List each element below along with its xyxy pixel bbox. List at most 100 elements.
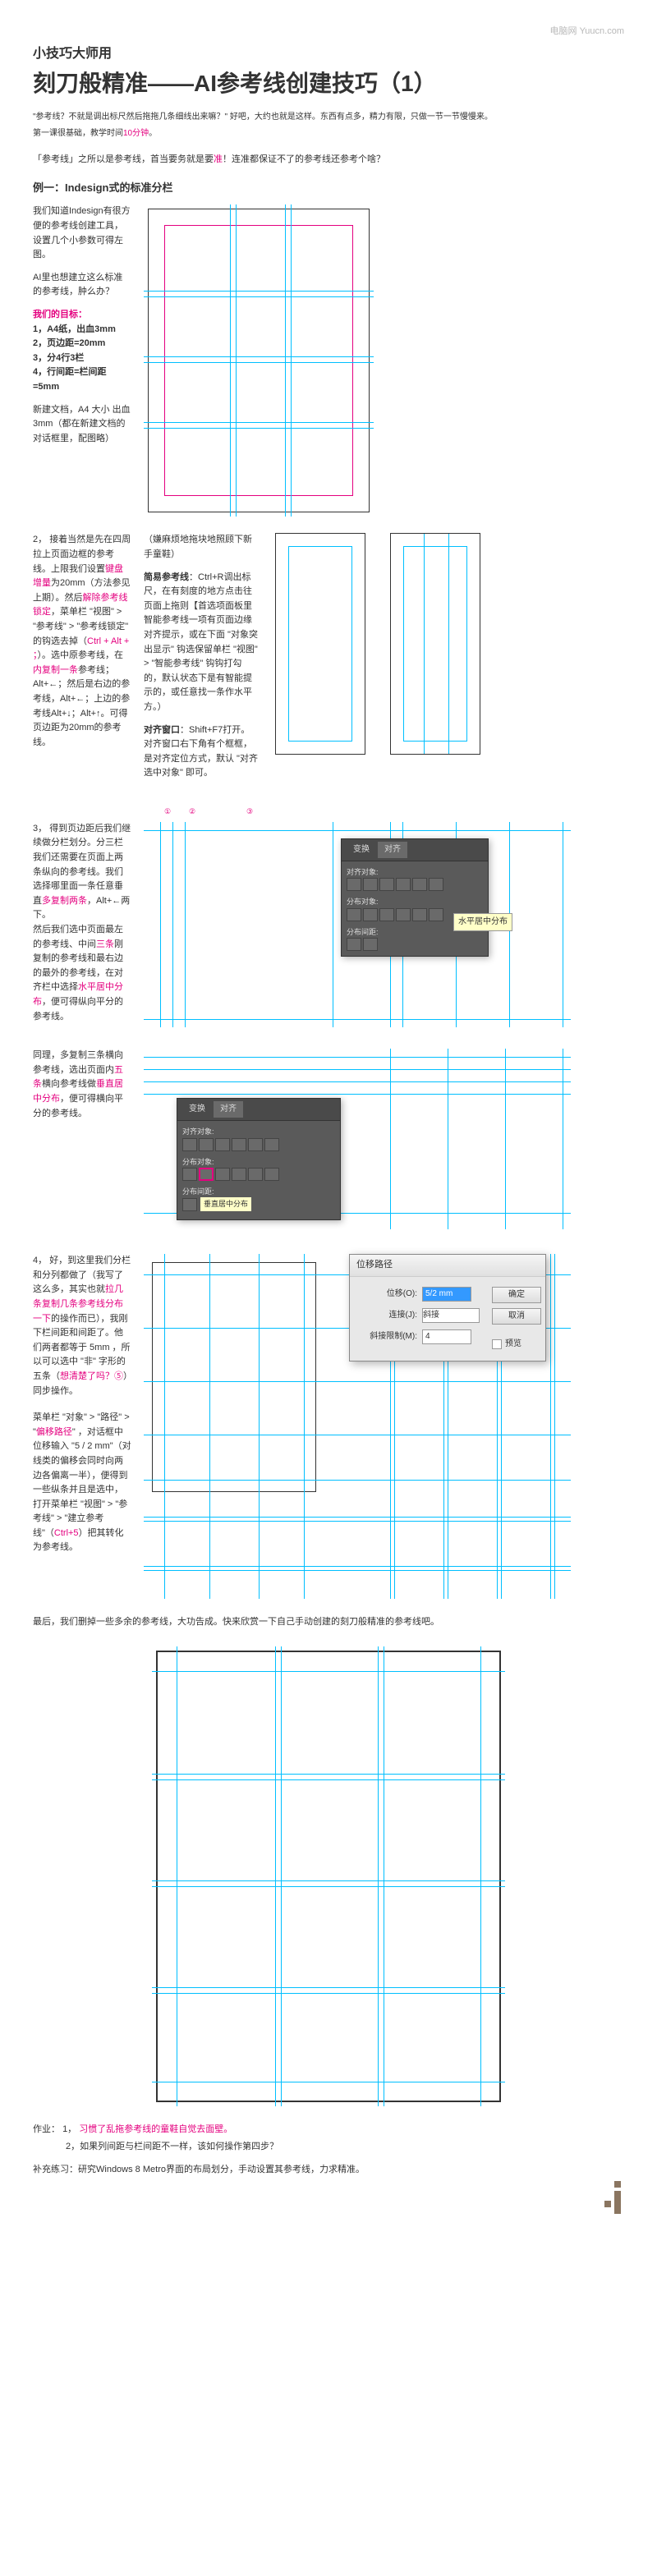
- offset-label: 位移(O):: [360, 1288, 417, 1301]
- dist-icon[interactable]: [182, 1168, 197, 1181]
- dist-left-icon[interactable]: [396, 908, 411, 921]
- p3c: 同理，多复制三条横向参考线，选出页面内五条横向参考线做垂直居中分布，便可得横向平…: [33, 1049, 131, 1121]
- distribute-spacing-label-2: 分布间距:: [182, 1186, 335, 1197]
- p2-mid-title: （嫌麻烦地拖块地照顾下新手童鞋）: [144, 533, 259, 562]
- step3-num: 3，: [33, 824, 47, 833]
- preview-checkbox[interactable]: [492, 1339, 502, 1349]
- join-select[interactable]: 斜接: [422, 1308, 480, 1323]
- p2-mid-1: 简易参考线：Ctrl+R调出标尺，在有刻度的地方点击往页面上拖则【首选项面板里智…: [144, 571, 259, 715]
- preface: 「参考线」之所以是参考线，首当要务就是要准！连准都保证不了的参考线还参考个啥？: [33, 153, 624, 168]
- preface-2: ！连准都保证不了的参考线还参考个啥？: [223, 154, 385, 164]
- dist-hcenter-icon[interactable]: [412, 908, 427, 921]
- dist-hspace-icon[interactable]: [363, 938, 378, 951]
- dist-vspace-icon[interactable]: [347, 938, 361, 951]
- dist-icon[interactable]: [232, 1168, 246, 1181]
- goals-title: 我们的目标：: [33, 308, 131, 323]
- step2-num: 2，: [33, 535, 47, 544]
- p2-mid-2: 对齐窗口：Shift+F7打开。对齐窗口右下角有个框框，是对齐定位方式，默认 "…: [144, 723, 259, 781]
- p4a: 好，到这里我们分栏和分列都做了（我写了这么多，其实也就拉几条复制几条参考线分布一…: [33, 1256, 131, 1395]
- align-icon[interactable]: [232, 1138, 246, 1151]
- align-icon[interactable]: [248, 1138, 263, 1151]
- step4-num: 4，: [33, 1256, 47, 1265]
- limit-label: 斜接限制(M):: [360, 1330, 417, 1343]
- diagram-indesign-sample: [144, 204, 374, 517]
- example-title: 例一：Indesign式的标准分栏: [33, 180, 624, 197]
- diagram-step3: 变换 对齐 对齐对象: 分布对象:: [144, 822, 571, 1027]
- anno-1: ①: [164, 806, 171, 817]
- align-left-icon[interactable]: [347, 878, 361, 891]
- p3b: 然后我们选中页面最左的参考线、中间三条刚复制的参考线和最右边的最外的参考线，在对…: [33, 923, 131, 1024]
- goals-list: 1，A4纸，出血3mm 2，页边距=20mm 3，分4行3栏 4，行间距=栏间距…: [33, 323, 131, 395]
- preview-label: 预览: [505, 1338, 521, 1351]
- align-icon[interactable]: [182, 1138, 197, 1151]
- dist-icon[interactable]: [264, 1168, 279, 1181]
- tab-transform-2[interactable]: 变换: [182, 1101, 212, 1118]
- limit-input[interactable]: 4: [422, 1329, 471, 1344]
- goal-item: 4，行间距=栏间距=5mm: [33, 365, 131, 394]
- diagram-step4: 位移路径 位移(O): 5/2 mm 连接(J): 斜接: [144, 1254, 571, 1599]
- hw2: 2，如果列间距与栏间距不一样，该如何操作第四步？: [66, 2140, 624, 2155]
- preface-red: 准: [214, 154, 223, 164]
- dist-space-icon[interactable]: [182, 1198, 197, 1211]
- intro-note: 第一课很基础，教学时间10分钟。: [33, 127, 624, 140]
- dist-icon[interactable]: [215, 1168, 230, 1181]
- align-hcenter-icon[interactable]: [363, 878, 378, 891]
- dialog-title: 位移路径: [350, 1255, 545, 1277]
- align-icon[interactable]: [215, 1138, 230, 1151]
- align-right-icon[interactable]: [379, 878, 394, 891]
- p4b: 菜单栏 "对象" > "路径" > "偏移路径" ，对话框中位移输入 "5 / …: [33, 1411, 131, 1555]
- align-top-icon[interactable]: [396, 878, 411, 891]
- dist-vcenter-icon-highlight[interactable]: [199, 1168, 214, 1181]
- tab-align[interactable]: 对齐: [378, 842, 407, 858]
- intro-note-prefix: 第一课很基础，教学时间: [33, 129, 123, 138]
- tab-align-2[interactable]: 对齐: [214, 1101, 243, 1118]
- goal-item: 2，页边距=20mm: [33, 337, 131, 351]
- subtitle: 小技巧大师用: [33, 44, 624, 65]
- anno-3: ③: [246, 806, 253, 817]
- p1c: 新建文档，A4 大小 出血 3mm（都在新建文档的对话框里，配图略）: [33, 403, 131, 447]
- diagram-final: [152, 1646, 505, 2106]
- goal-item: 3，分4行3栏: [33, 351, 131, 366]
- dist-icon[interactable]: [248, 1168, 263, 1181]
- ok-button[interactable]: 确定: [492, 1287, 541, 1303]
- cancel-button[interactable]: 取消: [492, 1308, 541, 1325]
- hw1-text: 习惯了乱拖参考线的童鞋自觉去面壁。: [79, 2124, 232, 2134]
- align-panel-2[interactable]: 变换 对齐 对齐对象: 分布对象:: [177, 1098, 341, 1220]
- offset-path-dialog[interactable]: 位移路径 位移(O): 5/2 mm 连接(J): 斜接: [349, 1254, 546, 1361]
- align-bottom-icon[interactable]: [429, 878, 443, 891]
- diagram-step2: [271, 533, 485, 763]
- intro-text: "参考线？不就是调出标尺然后拖拖几条细线出来嘛？" 好吧，大约也就是这样。东西有…: [33, 111, 624, 124]
- final-text: 最后，我们删掉一些多余的参考线，大功告成。快来欣赏一下自己手动创建的刻刀般精准的…: [33, 1615, 624, 1630]
- tab-transform[interactable]: 变换: [347, 842, 376, 858]
- anno-2: ②: [189, 806, 195, 817]
- extra-practice: 补充练习：研究Windows 8 Metro界面的布局划分，手动设置其参考线，力…: [33, 2163, 624, 2178]
- intro-note-suffix: 。: [149, 129, 157, 138]
- preface-1: 「参考线」之所以是参考线，首当要务就是要: [33, 154, 214, 164]
- distribute-objects-label: 分布对象:: [347, 896, 483, 907]
- page-title: 刻刀般精准——AI参考线创建技巧（1）: [33, 66, 624, 103]
- offset-input[interactable]: 5/2 mm: [422, 1287, 471, 1302]
- p3a: 得到页边距后我们继续做分栏划分。分三栏我们还需要在页面上两条纵向的参考线。我们选…: [33, 824, 131, 921]
- align-icon[interactable]: [199, 1138, 214, 1151]
- dist-right-icon[interactable]: [429, 908, 443, 921]
- tooltip-hcenter: 水平居中分布: [453, 913, 512, 931]
- dist-bottom-icon[interactable]: [379, 908, 394, 921]
- hw1-num: 1，: [62, 2124, 76, 2134]
- align-objects-label-2: 对齐对象:: [182, 1126, 335, 1137]
- logo-icon: [600, 2181, 624, 2214]
- p1a: 我们知道Indesign有很方便的参考线创建工具，设置几个小参数可得左图。: [33, 204, 131, 262]
- align-panel[interactable]: 变换 对齐 对齐对象: 分布对象:: [341, 838, 489, 957]
- align-icon[interactable]: [264, 1138, 279, 1151]
- align-vcenter-icon[interactable]: [412, 878, 427, 891]
- diagram-step3c: 变换 对齐 对齐对象: 分布对象:: [144, 1049, 571, 1229]
- intro-note-time: 10分钟: [123, 129, 149, 138]
- align-objects-label: 对齐对象:: [347, 866, 483, 878]
- homework-label: 作业：: [33, 2124, 60, 2134]
- homework: 作业： 1， 习惯了乱拖参考线的童鞋自觉去面壁。 2，如果列间距与栏间距不一样，…: [33, 2123, 624, 2178]
- dist-vcenter-icon[interactable]: [363, 908, 378, 921]
- join-label: 连接(J):: [360, 1309, 417, 1322]
- dist-top-icon[interactable]: [347, 908, 361, 921]
- p1b: AI里也想建立这么标准的参考线，肿么办？: [33, 271, 131, 300]
- highlight-label: 垂直居中分布: [200, 1197, 251, 1210]
- distribute-objects-label-2: 分布对象:: [182, 1156, 335, 1168]
